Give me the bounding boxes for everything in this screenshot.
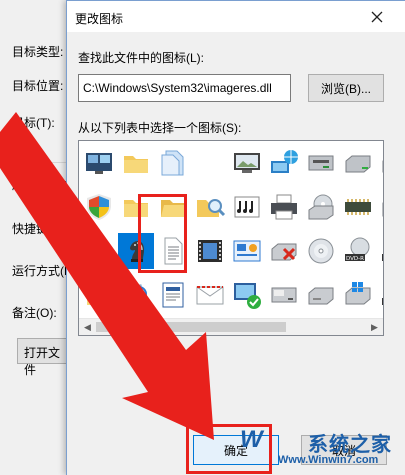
separator [0,162,66,163]
drive-error-icon [271,243,297,261]
monitor-picture-icon [234,153,260,173]
cd-drive-icon [308,194,334,220]
target-location-label: 目标位置: [12,79,64,93]
folder-search-icon [197,199,226,217]
dvd-icon: DVD+ [382,298,384,306]
start-in-label: 起始位置(S [12,178,73,192]
magnifier-icon [122,284,151,306]
film-icon [198,240,222,262]
icon-cell[interactable] [81,145,117,181]
desktop-screens-icon [86,153,112,174]
memory-chip-icon [345,199,371,215]
icon-cell[interactable] [192,277,228,313]
icon-list[interactable]: DVD DVD-R DVD-RO DVD+ ◀ ▶ [78,140,384,336]
icon-cell[interactable] [229,189,265,225]
close-icon [371,11,383,23]
drive-icon [308,287,334,305]
scroll-right-icon[interactable]: ▶ [366,319,383,335]
checked-screen-icon [234,283,261,309]
icon-cell[interactable]: DVD+ [377,277,384,313]
envelope-icon [196,286,224,305]
svg-text:DVD+: DVD+ [383,300,384,306]
icon-cell[interactable] [192,189,228,225]
dvd-r-icon: DVD-R [345,237,370,262]
icon-cell[interactable] [303,277,339,313]
icon-cell[interactable] [192,145,228,181]
icon-cell[interactable] [81,233,117,269]
dvd-rom-icon: DVD-RO [382,254,384,262]
network-globe-icon [271,150,298,173]
folder-icon [124,156,148,173]
icon-cell[interactable] [118,277,154,313]
ok-button-highlight [186,424,272,474]
icon-cell[interactable] [155,277,191,313]
icon-cell[interactable] [81,189,117,225]
close-button[interactable] [363,5,391,29]
music-notes-icon [234,196,260,218]
browse-button[interactable]: 浏览(B)... [308,74,384,102]
dialog-title: 更改图标 [75,12,124,26]
run-mode-label: 运行方式(R [12,264,73,278]
icon-cell[interactable] [155,145,191,181]
dialog-titlebar: 更改图标 [67,1,405,32]
icon-cell[interactable] [340,145,376,181]
document-icon [162,282,184,308]
target-label: 目标(T): [12,116,55,130]
icon-cell[interactable] [118,145,154,181]
icon-cell[interactable] [266,189,302,225]
drive-green-icon [345,155,371,173]
icon-cell[interactable] [81,277,117,313]
icon-cell[interactable] [340,189,376,225]
icon-cell[interactable] [229,233,265,269]
select-icon-label: 从以下列表中选择一个图标(S): [78,121,242,135]
printer-icon [271,194,297,220]
blank-icon [194,147,226,179]
cancel-button[interactable]: 取消 [301,435,387,465]
lookup-label: 查找此文件中的图标(L): [78,51,205,65]
shield-icon [87,194,111,220]
icon-cell[interactable]: DVD [377,189,383,225]
comment-label: 备注(O): [12,306,57,320]
icon-cell[interactable] [303,233,339,269]
floppy-icon [271,287,297,303]
disc-icon [308,238,334,264]
icon-cell[interactable] [192,233,228,269]
icon-cell[interactable] [266,233,302,269]
horizontal-scrollbar[interactable]: ◀ ▶ [79,318,383,335]
shortcut-key-label: 快捷键(K [12,222,61,236]
selected-icon-highlight [138,194,187,273]
change-icon-dialog: 更改图标 查找此文件中的图标(L): C:\Windows\System32\i… [66,0,405,475]
icon-cell[interactable]: DVD-R [340,233,376,269]
folder-icon [87,288,111,305]
icon-cell[interactable] [266,145,302,181]
icon-file-path-input[interactable]: C:\Windows\System32\imageres.dll [78,74,291,102]
scroll-thumb[interactable] [96,322,286,332]
svg-text:DVD-RO: DVD-RO [383,256,384,262]
icon-cell[interactable] [266,277,302,313]
control-panel-icon [233,240,261,262]
icon-cell[interactable] [229,145,265,181]
blank-page-icon [90,237,109,265]
scroll-left-icon[interactable]: ◀ [79,319,96,335]
documents-icon [161,150,184,176]
target-type-label: 目标类型: [12,45,64,59]
dvd-drive-icon: DVD [382,202,383,217]
drive-icon [382,160,383,173]
icon-cell[interactable]: DVD-RO [377,233,384,269]
icon-cell[interactable] [340,277,376,313]
floppy-drive-icon [308,155,334,171]
icon-cell[interactable] [229,277,265,313]
icon-cell[interactable] [303,189,339,225]
icon-cell[interactable] [303,145,339,181]
icon-cell[interactable] [377,145,383,181]
svg-text:DVD-R: DVD-R [346,256,364,262]
windows-drive-icon [345,282,371,305]
